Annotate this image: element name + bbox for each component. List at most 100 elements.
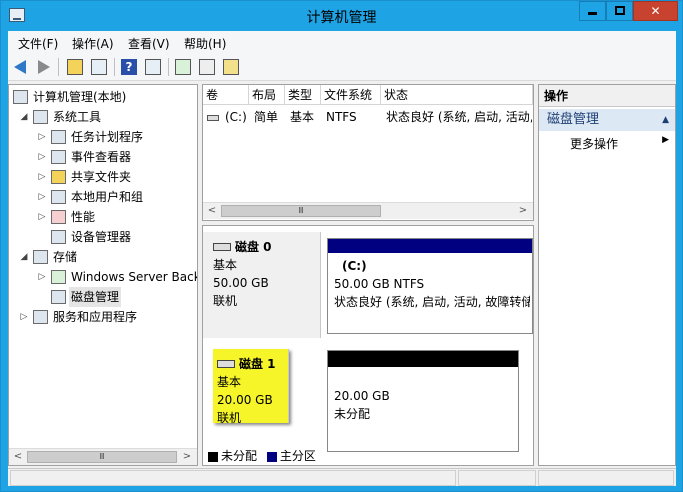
- disk-settings-icon: [223, 59, 239, 75]
- expand-icon[interactable]: ▷: [37, 147, 47, 167]
- scroll-thumb[interactable]: Ⅲ: [27, 451, 177, 463]
- disk-0-type: 基本: [213, 258, 238, 272]
- tree-item-windows-server-backup[interactable]: ▷ Windows Server Back: [9, 267, 197, 287]
- menu-file[interactable]: 文件(F): [18, 35, 58, 52]
- close-button[interactable]: ✕: [633, 1, 678, 21]
- title-bar[interactable]: 计算机管理 ✕: [1, 1, 682, 31]
- expand-icon[interactable]: ▷: [37, 187, 47, 207]
- volume-drive-icon: [207, 107, 221, 127]
- tree-item-services-applications[interactable]: ▷ 服务和应用程序: [9, 307, 197, 327]
- toolbar: ?: [8, 53, 676, 81]
- expand-icon[interactable]: ▷: [37, 267, 47, 287]
- show-hide-tree-icon: [91, 59, 107, 75]
- tree-item-shared-folders[interactable]: ▷ 共享文件夹: [9, 167, 197, 187]
- status-bar: [8, 468, 676, 486]
- tree-item-computer-management[interactable]: 计算机管理(本地): [9, 87, 197, 107]
- forward-arrow-icon: [38, 60, 50, 74]
- disk-icon: [213, 243, 231, 251]
- navigation-tree: 计算机管理(本地) ◢ 系统工具 ▷ 任务计划程序 ▷ 事件查看器 ▷ 共享文件…: [8, 84, 198, 466]
- users-icon: [51, 190, 66, 204]
- performance-icon: [51, 210, 66, 224]
- collapse-icon[interactable]: ◢: [19, 107, 29, 127]
- shared-folder-icon: [51, 170, 66, 184]
- table-row[interactable]: (C:) 简单 基本 NTFS 状态良好 (系统, 启动, 活动,: [203, 107, 533, 127]
- column-header-type[interactable]: 类型: [285, 85, 321, 105]
- help-button[interactable]: ?: [120, 58, 138, 76]
- disk-0-state: 联机: [213, 294, 238, 308]
- scroll-right-icon[interactable]: >: [515, 204, 531, 218]
- tree-item-local-users[interactable]: ▷ 本地用户和组: [9, 187, 197, 207]
- up-button[interactable]: [66, 58, 84, 76]
- clock-icon: [51, 130, 66, 144]
- tree-item-task-scheduler[interactable]: ▷ 任务计划程序: [9, 127, 197, 147]
- show-action-pane-icon: [145, 59, 161, 75]
- submenu-arrow-icon: ▶: [662, 135, 669, 145]
- partition-c-title: (C:): [342, 259, 367, 273]
- column-header-filesystem[interactable]: 文件系统: [321, 85, 381, 105]
- tree-item-system-tools[interactable]: ◢ 系统工具: [9, 107, 197, 127]
- disk-map: 磁盘 0 基本 50.00 GB 联机 (C:) 50.00 GB NTFS 状…: [202, 225, 534, 466]
- up-folder-icon: [67, 59, 83, 75]
- services-icon: [33, 310, 48, 324]
- scroll-thumb[interactable]: Ⅲ: [221, 205, 381, 217]
- menu-help[interactable]: 帮助(H): [184, 35, 226, 52]
- menu-action[interactable]: 操作(A): [72, 35, 114, 52]
- expand-icon[interactable]: ▷: [37, 167, 47, 187]
- refresh-icon: [175, 59, 191, 75]
- partition-c[interactable]: (C:) 50.00 GB NTFS 状态良好 (系统, 启动, 活动, 故障转…: [327, 238, 533, 334]
- tree-item-storage[interactable]: ◢ 存储: [9, 247, 197, 267]
- toolbar-separator: [58, 58, 59, 76]
- disk-1-size: 20.00 GB: [217, 393, 273, 407]
- more-actions-item[interactable]: 更多操作: [570, 135, 618, 152]
- tree-item-disk-management[interactable]: 磁盘管理: [9, 287, 197, 307]
- status-segment: [458, 470, 536, 486]
- tree-horizontal-scrollbar[interactable]: < Ⅲ >: [9, 448, 197, 465]
- storage-icon: [33, 250, 48, 264]
- legend-unallocated: 未分配: [208, 449, 261, 463]
- disk-management-icon: [51, 290, 66, 304]
- volume-layout: 简单: [254, 110, 279, 124]
- minimize-button[interactable]: [579, 1, 606, 21]
- disk-settings-button[interactable]: [222, 58, 240, 76]
- column-header-status[interactable]: 状态: [381, 85, 533, 105]
- show-action-pane-button[interactable]: [144, 58, 162, 76]
- forward-button[interactable]: [34, 58, 52, 76]
- collapse-icon[interactable]: ◢: [19, 247, 29, 267]
- column-header-volume[interactable]: 卷: [203, 85, 249, 105]
- backup-icon: [51, 270, 66, 284]
- volume-list: 卷 布局 类型 文件系统 状态 (C:) 简单 基本 NTFS 状态良好 (系统…: [202, 84, 534, 221]
- disk-1-info[interactable]: 磁盘 1 基本 20.00 GB 联机: [213, 349, 289, 425]
- refresh-button[interactable]: [174, 58, 192, 76]
- properties-button[interactable]: [198, 58, 216, 76]
- volume-filesystem: NTFS: [326, 110, 357, 124]
- maximize-icon: [614, 6, 625, 15]
- volume-horizontal-scrollbar[interactable]: < Ⅲ >: [203, 202, 533, 219]
- volume-status: 状态良好 (系统, 启动, 活动,: [386, 110, 532, 124]
- client-area: 文件(F) 操作(A) 查看(V) 帮助(H) ? 计算机管理(本地) ◢ 系统…: [8, 31, 676, 486]
- toolbar-separator: [114, 58, 115, 76]
- tree-item-device-manager[interactable]: 设备管理器: [9, 227, 197, 247]
- disk-0-info[interactable]: 磁盘 0 基本 50.00 GB 联机: [203, 232, 321, 338]
- scroll-right-icon[interactable]: >: [179, 450, 195, 464]
- toolbar-separator: [168, 58, 169, 76]
- collapse-up-icon[interactable]: ▲: [662, 109, 669, 131]
- expand-icon[interactable]: ▷: [37, 127, 47, 147]
- minimize-icon: [588, 12, 597, 15]
- menu-view[interactable]: 查看(V): [128, 35, 170, 52]
- tree-item-event-viewer[interactable]: ▷ 事件查看器: [9, 147, 197, 167]
- menu-bar: 文件(F) 操作(A) 查看(V) 帮助(H): [8, 31, 676, 53]
- expand-icon[interactable]: ▷: [37, 207, 47, 227]
- maximize-button[interactable]: [606, 1, 633, 21]
- back-button[interactable]: [12, 58, 30, 76]
- expand-icon[interactable]: ▷: [19, 307, 29, 327]
- actions-section-disk-management[interactable]: 磁盘管理 ▲: [539, 109, 675, 131]
- legend-primary: 主分区: [266, 449, 316, 463]
- scroll-left-icon[interactable]: <: [10, 450, 26, 464]
- scroll-left-icon[interactable]: <: [204, 204, 220, 218]
- disk-legend: 未分配 主分区: [202, 447, 534, 465]
- column-header-layout[interactable]: 布局: [249, 85, 285, 105]
- partition-unallocated[interactable]: 20.00 GB 未分配: [327, 350, 519, 452]
- show-hide-tree-button[interactable]: [90, 58, 108, 76]
- tree-item-performance[interactable]: ▷ 性能: [9, 207, 197, 227]
- unallocated-status: 未分配: [334, 407, 371, 421]
